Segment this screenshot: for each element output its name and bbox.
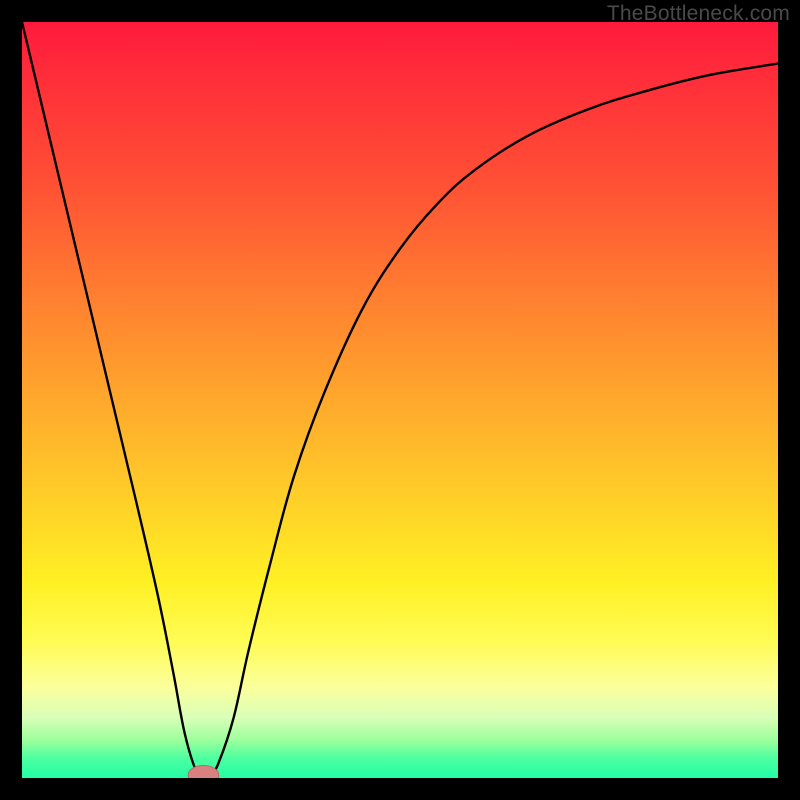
bottleneck-curve [22,22,778,778]
curve-layer [22,22,778,778]
plot-area [22,22,778,778]
watermark-text: TheBottleneck.com [607,2,790,26]
chart-stage: TheBottleneck.com [0,0,800,800]
optimal-marker [188,765,219,778]
